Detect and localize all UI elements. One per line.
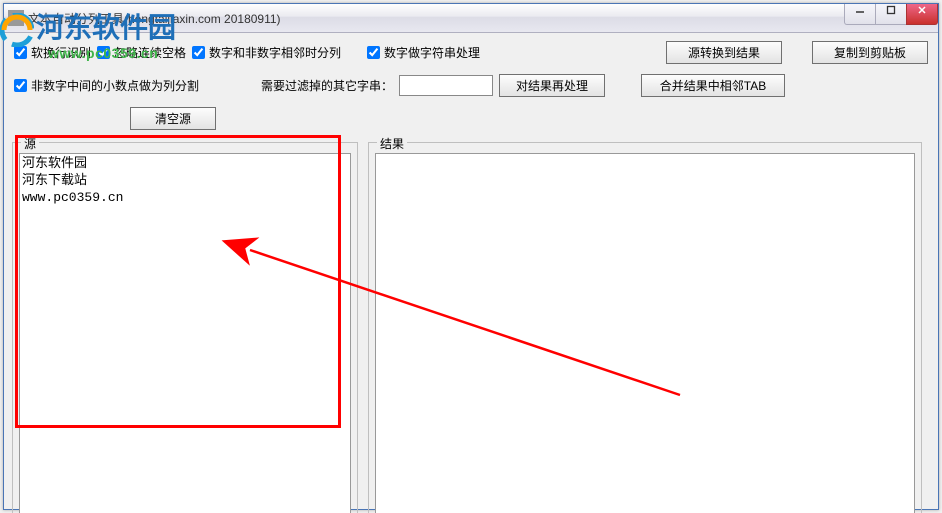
check-digitasstr-box[interactable] [367, 46, 380, 59]
source-group: 源 [12, 142, 358, 513]
reprocess-button[interactable]: 对结果再处理 [499, 74, 605, 97]
check-digitsplit-label: 数字和非数字相邻时分列 [209, 44, 341, 61]
check-digitsplit[interactable]: 数字和非数字相邻时分列 [192, 44, 341, 61]
merge-tab-button[interactable]: 合并结果中相邻TAB [641, 74, 785, 97]
convert-button[interactable]: 源转换到结果 [666, 41, 782, 64]
close-button[interactable] [906, 4, 938, 25]
app-icon [8, 10, 24, 26]
window-controls [845, 4, 938, 25]
result-legend: 结果 [377, 135, 407, 152]
filter-label: 需要过滤掉的其它字串： [261, 77, 393, 94]
filter-input[interactable] [399, 75, 493, 96]
source-textarea-wrap [19, 153, 351, 513]
check-ignorespaces-box[interactable] [97, 46, 110, 59]
check-digitsplit-box[interactable] [192, 46, 205, 59]
check-digitasstr[interactable]: 数字做字符串处理 [367, 44, 480, 61]
options-row-3: 清空源 [130, 107, 928, 130]
result-group: 结果 [368, 142, 922, 513]
copy-button[interactable]: 复制到剪贴板 [812, 41, 928, 64]
check-softwrap-box[interactable] [14, 46, 27, 59]
source-legend: 源 [21, 135, 39, 152]
options-row-1: 软换行识别 忽略连续空格 数字和非数字相邻时分列 数字做字符串处理 源转换到结果… [14, 41, 928, 64]
minimize-button[interactable] [844, 4, 876, 25]
options-row-2: 非数字中间的小数点做为列分割 需要过滤掉的其它字串： 对结果再处理 合并结果中相… [14, 74, 928, 97]
maximize-button[interactable] [875, 4, 907, 25]
result-textarea[interactable] [376, 154, 914, 513]
check-ignorespaces-label: 忽略连续空格 [114, 44, 186, 61]
check-dotsplit[interactable]: 非数字中间的小数点做为列分割 [14, 77, 199, 94]
panes: 源 结果 [4, 142, 938, 513]
check-dotsplit-box[interactable] [14, 79, 27, 92]
window-title: 文本自动分列工具(hengtaijiaxin.com 20180911) [28, 10, 934, 27]
check-softwrap[interactable]: 软换行识别 [14, 44, 91, 61]
check-softwrap-label: 软换行识别 [31, 44, 91, 61]
result-textarea-wrap [375, 153, 915, 513]
check-dotsplit-label: 非数字中间的小数点做为列分割 [31, 77, 199, 94]
check-digitasstr-label: 数字做字符串处理 [384, 44, 480, 61]
app-window: 文本自动分列工具(hengtaijiaxin.com 20180911) 软换行… [3, 3, 939, 510]
titlebar[interactable]: 文本自动分列工具(hengtaijiaxin.com 20180911) [4, 4, 938, 33]
source-textarea[interactable] [20, 154, 350, 513]
check-ignorespaces[interactable]: 忽略连续空格 [97, 44, 186, 61]
clear-src-button[interactable]: 清空源 [130, 107, 216, 130]
client-area: 软换行识别 忽略连续空格 数字和非数字相邻时分列 数字做字符串处理 源转换到结果… [4, 33, 938, 142]
